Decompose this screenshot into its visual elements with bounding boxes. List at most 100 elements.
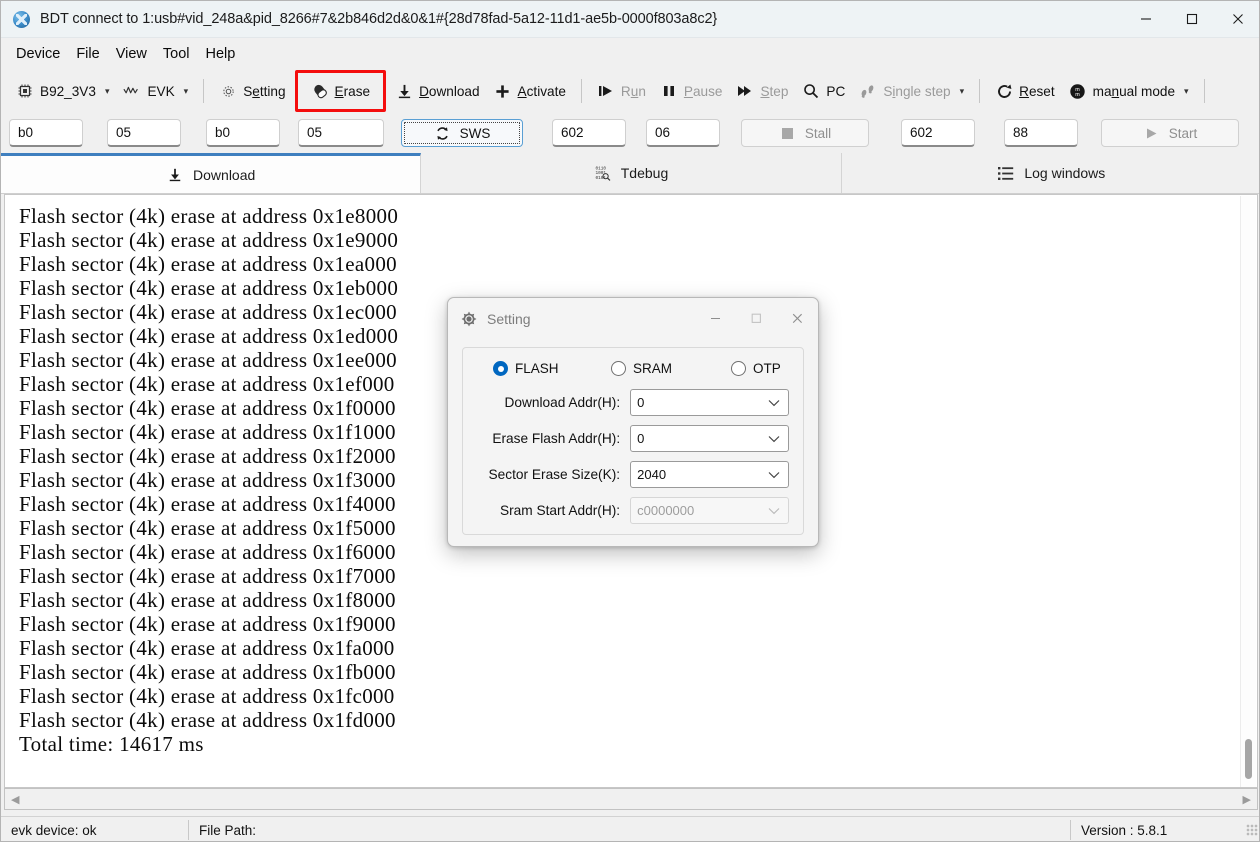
window-controls — [1123, 1, 1259, 38]
download-addr-value: 0 — [637, 395, 645, 410]
log-vertical-scroll-thumb[interactable] — [1245, 739, 1252, 779]
chevron-down-icon[interactable]: ▾ — [1184, 86, 1189, 96]
evk-select-button[interactable]: EVK ▾ — [116, 75, 195, 107]
chevron-down-icon[interactable] — [768, 426, 780, 451]
maximize-icon[interactable] — [1169, 1, 1215, 38]
address-field-8[interactable] — [1004, 119, 1078, 147]
address-field-4[interactable] — [298, 119, 384, 147]
magnifier-icon — [802, 82, 820, 100]
pc-button[interactable]: PC — [795, 75, 852, 107]
log-line: Flash sector (4k) erase at address 0x1e8… — [19, 204, 399, 228]
toolbar-divider — [979, 79, 981, 103]
address-field-3[interactable] — [206, 119, 280, 147]
scroll-left-icon[interactable]: ◀ — [5, 793, 25, 806]
activate-label: Activate — [517, 83, 566, 99]
setting-label: Setting — [243, 83, 286, 99]
scroll-right-icon[interactable]: ▶ — [1237, 793, 1257, 806]
toolbar-divider — [1203, 79, 1205, 103]
chip-select-button[interactable]: B92_3V3 ▾ — [9, 75, 116, 107]
reset-button[interactable]: Reset — [988, 75, 1062, 107]
sram-start-addr-value: c0000000 — [637, 503, 695, 518]
chevron-down-icon[interactable]: ▾ — [960, 86, 965, 96]
mode-circle-icon: m m — [1069, 82, 1087, 100]
log-line: Flash sector (4k) erase at address 0x1ec… — [19, 300, 397, 324]
sector-erase-size-label: Sector Erase Size(K): — [488, 467, 621, 482]
chevron-down-icon[interactable] — [768, 390, 780, 415]
download-addr-combo[interactable]: 0 — [630, 389, 789, 416]
menu-item-file[interactable]: File — [68, 43, 107, 65]
toolbar-divider — [203, 79, 205, 103]
radio-otp[interactable]: OTP — [731, 361, 781, 376]
sws-button[interactable]: SWS — [401, 119, 523, 147]
menu-item-help[interactable]: Help — [197, 43, 243, 65]
erase-highlight-box: Erase — [294, 70, 387, 112]
menu-bar: Device File View Tool Help — [1, 38, 1259, 69]
resize-grip-icon[interactable] — [1246, 824, 1258, 836]
step-button[interactable]: Step — [729, 75, 795, 107]
run-button[interactable]: Run — [590, 75, 653, 107]
sector-erase-size-combo[interactable]: 2040 — [630, 461, 789, 488]
erase-button[interactable]: Erase — [304, 75, 378, 107]
reset-label: Reset — [1019, 83, 1055, 99]
menu-item-tool[interactable]: Tool — [155, 43, 198, 65]
chip-select-label: B92_3V3 — [40, 83, 96, 99]
mode-select-button[interactable]: m m manual mode ▾ — [1062, 75, 1196, 107]
status-bar: evk device: ok File Path: Version : 5.8.… — [1, 816, 1259, 841]
log-vertical-scrollbar[interactable] — [1240, 196, 1256, 787]
single-step-button[interactable]: Single step ▾ — [852, 75, 971, 107]
address-field-7[interactable] — [901, 119, 975, 147]
evk-select-label: EVK — [147, 83, 175, 99]
radio-dot-icon — [731, 361, 746, 376]
log-horizontal-scrollbar[interactable]: ◀ ▶ — [4, 788, 1258, 810]
erase-flash-addr-combo[interactable]: 0 — [630, 425, 789, 452]
status-version: Version : 5.8.1 — [1081, 822, 1168, 838]
start-button[interactable]: Start — [1101, 119, 1239, 147]
list-icon — [997, 164, 1015, 182]
activate-button[interactable]: Activate — [487, 75, 573, 107]
start-label: Start — [1168, 125, 1198, 141]
tab-log-windows-label: Log windows — [1024, 165, 1106, 181]
gear-icon — [219, 82, 237, 100]
binary-icon: 0110 1001 0101 — [594, 164, 612, 182]
maximize-icon[interactable] — [736, 298, 777, 339]
log-line: Flash sector (4k) erase at address 0x1f0… — [19, 396, 396, 420]
setting-dialog-controls — [695, 298, 818, 339]
run-label: Run — [620, 83, 646, 99]
tab-tdebug[interactable]: 0110 1001 0101 Tdebug — [421, 153, 842, 193]
minimize-icon[interactable] — [1123, 1, 1169, 38]
log-line: Flash sector (4k) erase at address 0x1f7… — [19, 564, 396, 588]
minimize-icon[interactable] — [695, 298, 736, 339]
sram-start-addr-row: Sram Start Addr(H): c0000000 — [477, 497, 789, 524]
address-field-1[interactable] — [9, 119, 83, 147]
chevron-down-icon[interactable] — [768, 462, 780, 487]
pause-button[interactable]: Pause — [653, 75, 730, 107]
waveform-icon — [123, 82, 141, 100]
step-label: Step — [760, 83, 789, 99]
tab-download[interactable]: Download — [1, 153, 422, 193]
radio-flash[interactable]: FLASH — [493, 361, 611, 376]
chevron-down-icon[interactable]: ▾ — [105, 86, 110, 96]
menu-item-view[interactable]: View — [108, 43, 155, 65]
chevron-down-icon[interactable]: ▾ — [184, 86, 189, 96]
memory-type-radio-group: FLASH SRAM OTP — [477, 361, 789, 376]
log-text: Flash sector (4k) erase at address 0x1e8… — [19, 204, 398, 756]
footsteps-icon — [859, 82, 877, 100]
close-icon[interactable] — [1215, 1, 1259, 38]
address-field-5[interactable] — [552, 119, 626, 147]
address-field-2[interactable] — [107, 119, 181, 147]
erase-label: Erase — [334, 83, 371, 99]
log-line: Flash sector (4k) erase at address 0x1eb… — [19, 276, 399, 300]
address-field-6[interactable] — [646, 119, 720, 147]
download-button[interactable]: Download — [388, 75, 486, 107]
radio-sram[interactable]: SRAM — [611, 361, 731, 376]
tab-log-windows[interactable]: Log windows — [841, 153, 1259, 193]
bdt-main-window: BDT connect to 1:usb#vid_248a&pid_8266#7… — [0, 0, 1260, 842]
log-line: Flash sector (4k) erase at address 0x1ee… — [19, 348, 397, 372]
menu-item-device[interactable]: Device — [8, 43, 68, 65]
setting-button[interactable]: Setting — [212, 75, 292, 107]
log-line: Flash sector (4k) erase at address 0x1e9… — [19, 228, 399, 252]
close-icon[interactable] — [777, 298, 818, 339]
log-line: Flash sector (4k) erase at address 0x1ed… — [19, 324, 399, 348]
stall-button[interactable]: Stall — [741, 119, 869, 147]
window-title-bar: BDT connect to 1:usb#vid_248a&pid_8266#7… — [1, 1, 1259, 38]
